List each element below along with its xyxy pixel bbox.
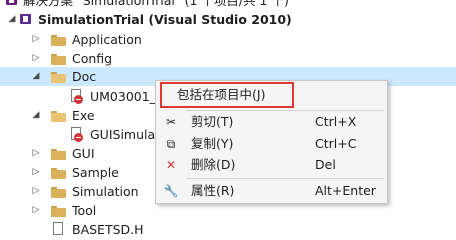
tree-item-basetsd[interactable]: BASETSD.H: [0, 220, 456, 239]
menu-separator: [186, 178, 384, 179]
vs-project-icon: [19, 13, 33, 25]
open-folder-icon: [51, 72, 66, 83]
menu-item-label: 属性(R): [191, 183, 235, 198]
tree-item-label: Config: [72, 51, 113, 66]
solution-label: 解决方案 "SimulationTrial" (1 个项目/共 1 个): [23, 0, 289, 8]
folder-icon: [51, 54, 66, 65]
excluded-file-icon: [69, 127, 85, 142]
wrench-icon: 🔧: [163, 184, 179, 198]
menu-item-label: 包括在项目中(J): [177, 87, 266, 102]
header-file-icon: [51, 222, 67, 237]
tree-item-label: BASETSD.H: [72, 222, 144, 237]
folder-icon: [51, 187, 66, 198]
menu-item-shortcut: Del: [315, 157, 336, 172]
menu-item-label: 剪切(T): [191, 114, 234, 129]
expand-arrow-icon[interactable]: ▷: [31, 163, 41, 182]
menu-item-label: 删除(D): [191, 157, 236, 172]
folder-icon: [51, 168, 66, 179]
collapse-arrow-icon[interactable]: ◢: [31, 67, 41, 86]
folder-icon: [51, 35, 66, 46]
copy-icon: ⧉: [166, 137, 176, 151]
menu-item-include-in-project[interactable]: 包括在项目中(J): [157, 84, 386, 106]
tree-item-label: Exe: [72, 108, 95, 123]
project-row[interactable]: ◢ SimulationTrial (Visual Studio 2010): [0, 10, 456, 29]
tree-item-label: GUISimulat: [90, 127, 161, 142]
menu-item-delete[interactable]: ✕ 删除(D) Del: [157, 154, 386, 176]
collapse-arrow-icon[interactable]: ◢: [31, 106, 41, 125]
tree-item-label: Tool: [72, 203, 97, 218]
folder-icon: [51, 149, 66, 160]
solution-icon: [5, 0, 19, 6]
delete-x-icon: ✕: [165, 158, 177, 172]
menu-item-shortcut: Alt+Enter: [315, 183, 376, 198]
solution-row[interactable]: 解决方案 "SimulationTrial" (1 个项目/共 1 个): [0, 0, 456, 10]
expand-arrow-icon[interactable]: ▷: [31, 49, 41, 68]
tree-item-label: Simulation: [72, 184, 139, 199]
tree-item-label: Sample: [72, 165, 119, 180]
tree-item-config[interactable]: ▷ Config: [0, 49, 456, 68]
menu-item-copy[interactable]: ⧉ 复制(Y) Ctrl+C: [157, 133, 386, 155]
tree-item-label: GUI: [72, 146, 95, 161]
folder-icon: [51, 206, 66, 217]
tree-item-label: UM03001_e: [90, 89, 164, 104]
tree-item-label: Doc: [72, 69, 97, 84]
expand-arrow-icon[interactable]: ▷: [31, 182, 41, 201]
menu-item-label: 复制(Y): [191, 136, 234, 151]
menu-item-shortcut: Ctrl+C: [315, 136, 357, 151]
expand-arrow-icon[interactable]: ▷: [31, 201, 41, 220]
excluded-file-icon: [69, 89, 85, 104]
menu-item-properties[interactable]: 🔧 属性(R) Alt+Enter: [157, 180, 386, 202]
tree-item-label: Application: [72, 32, 142, 47]
project-label: SimulationTrial (Visual Studio 2010): [38, 12, 292, 27]
collapse-arrow-icon[interactable]: ◢: [7, 10, 17, 29]
tree-item-application[interactable]: ▷ Application: [0, 30, 456, 49]
expand-arrow-icon[interactable]: ▷: [31, 30, 41, 49]
scissors-icon: ✂: [165, 115, 177, 129]
context-menu: 包括在项目中(J) ✂ 剪切(T) Ctrl+X ⧉ 复制(Y) Ctrl+C …: [155, 80, 388, 204]
expand-arrow-icon[interactable]: ▷: [31, 144, 41, 163]
open-folder-icon: [51, 111, 66, 122]
menu-item-shortcut: Ctrl+X: [315, 114, 357, 129]
menu-item-cut[interactable]: ✂ 剪切(T) Ctrl+X: [157, 111, 386, 133]
